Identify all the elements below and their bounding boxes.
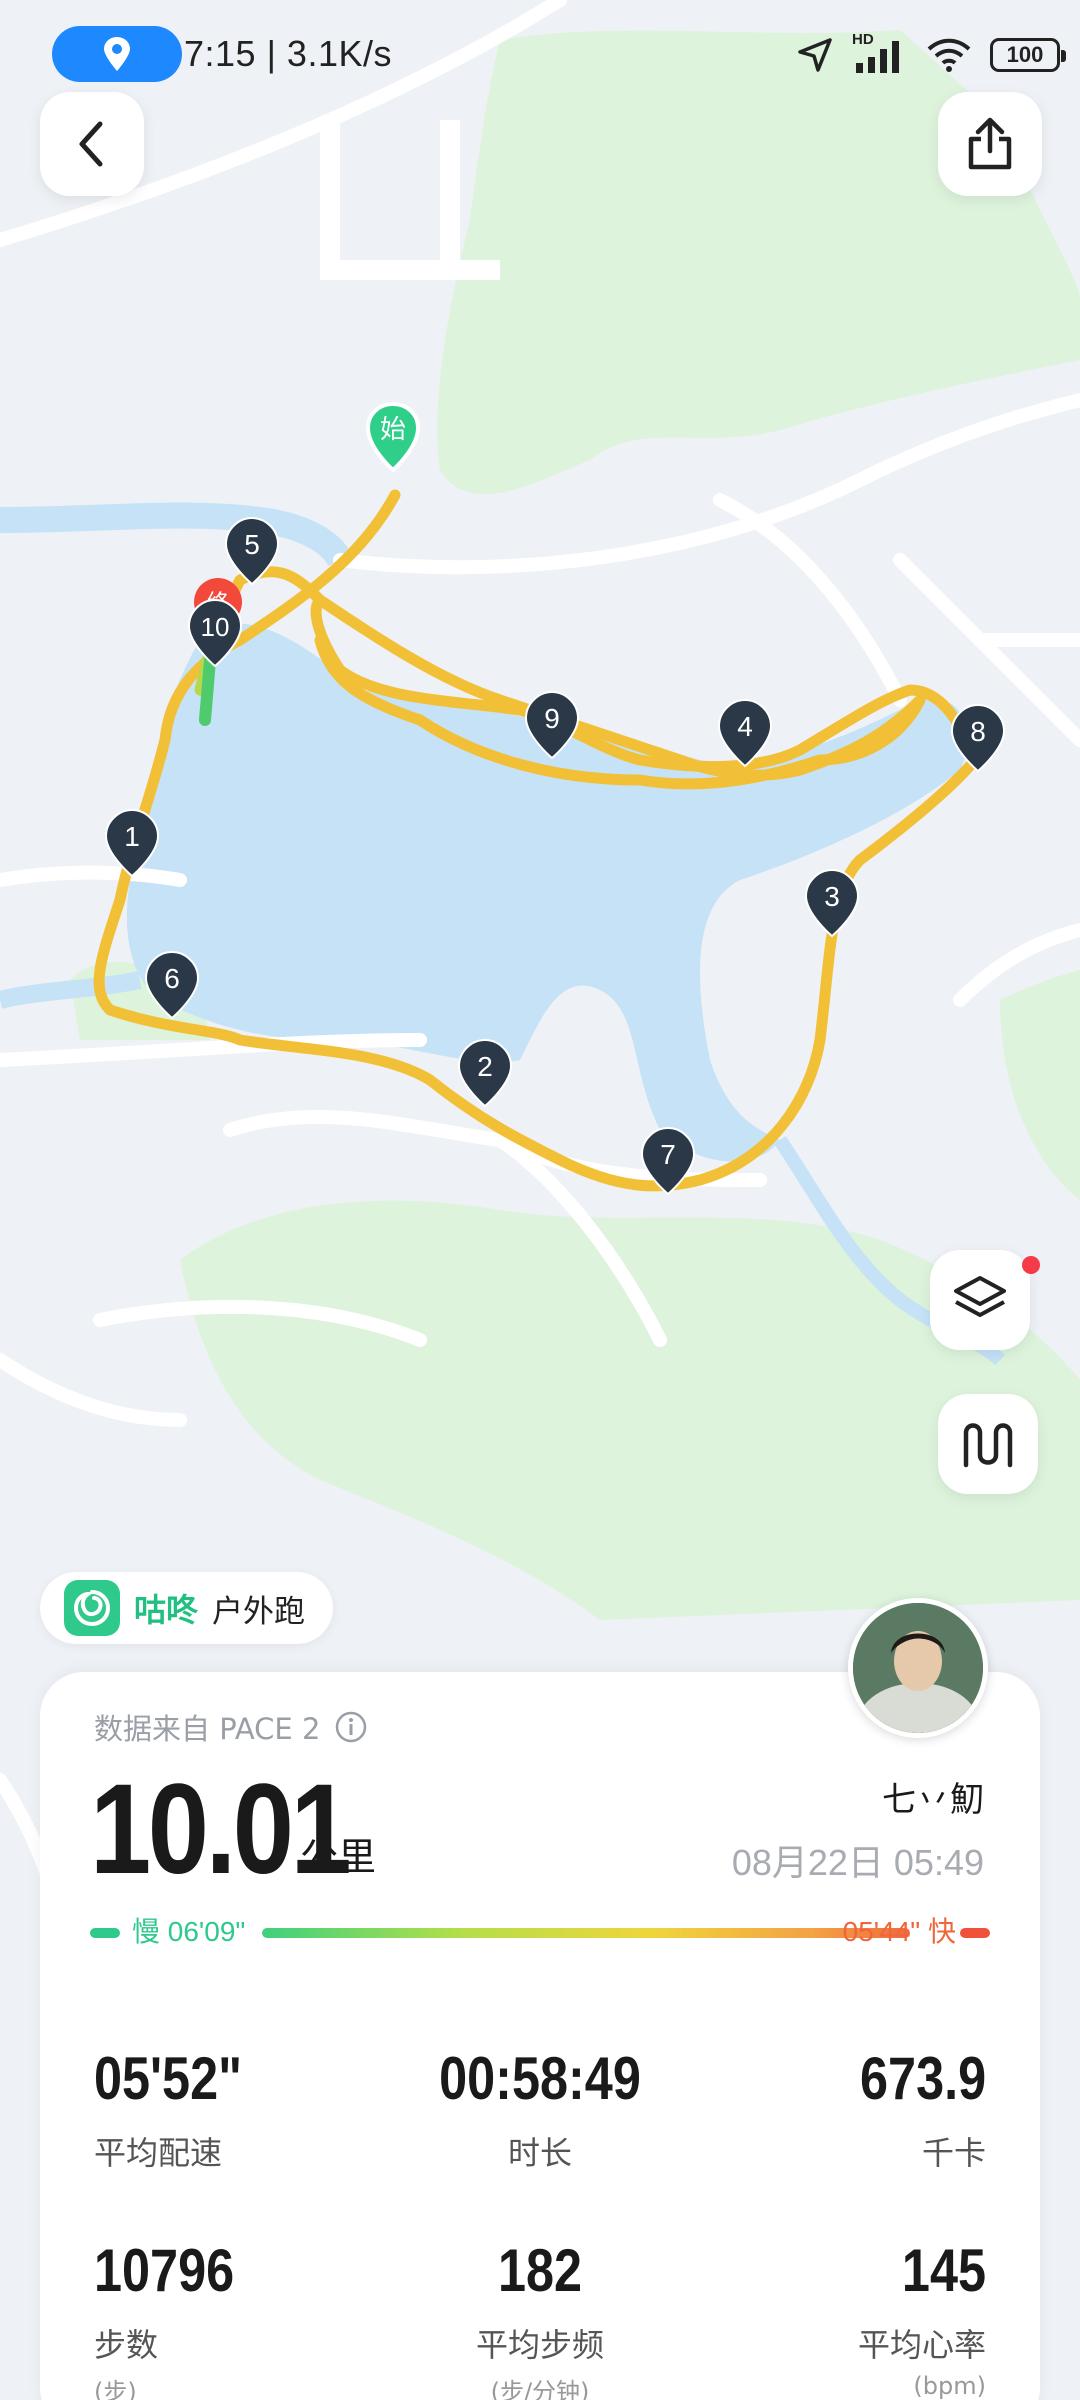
- heart-rate-label: 平均心率: [857, 2326, 986, 2364]
- km-marker-label: 1: [124, 821, 140, 852]
- duration-label: 时长: [507, 2134, 572, 2172]
- status-time-speed: 7:15 | 3.1K/s: [184, 33, 392, 74]
- codoon-logo-icon: [64, 1580, 120, 1636]
- share-button[interactable]: [938, 92, 1042, 196]
- cadence-unit: (步/分钟): [490, 2378, 590, 2400]
- route-wave-icon: [963, 1423, 1013, 1468]
- chevron-left-icon: [79, 121, 103, 167]
- app-name: 咕咚: [134, 1591, 199, 1629]
- calories-value: 673.9: [859, 2045, 986, 2112]
- km-marker-label: 10: [201, 612, 230, 642]
- km-marker-label: 3: [824, 881, 840, 912]
- stat-cadence: 182 平均步频 (步/分钟): [390, 2236, 690, 2400]
- location-indicator[interactable]: [52, 26, 182, 82]
- duration-value: 00:58:49: [439, 2045, 641, 2112]
- calories-label: 千卡: [921, 2134, 986, 2172]
- stat-calories: 673.9 千卡: [836, 2044, 986, 2174]
- slow-pace-dot: [90, 1928, 120, 1938]
- app-source-tag[interactable]: 咕咚 户外跑: [40, 1572, 334, 1644]
- km-marker-label: 9: [544, 703, 560, 734]
- heart-rate-value: 145: [901, 2237, 986, 2304]
- pace-range-bar: 慢 06'09" 05'44" 快: [90, 1912, 990, 1952]
- layers-icon: [954, 1276, 1006, 1317]
- cadence-label: 平均步频: [475, 2326, 604, 2364]
- user-name[interactable]: 七丷魛: [882, 1772, 984, 1821]
- activity-datetime: 08月22日 05:49: [731, 1842, 984, 1883]
- back-button[interactable]: [40, 92, 144, 196]
- pace-gradient: [262, 1928, 910, 1938]
- start-marker-label: 始: [380, 415, 406, 445]
- notification-dot: [1022, 1256, 1040, 1274]
- stat-duration: 00:58:49 时长: [390, 2044, 690, 2174]
- battery-icon: 100: [990, 38, 1066, 72]
- cadence-value: 182: [497, 2237, 583, 2304]
- avg-pace-label: 平均配速: [94, 2134, 223, 2172]
- heart-rate-unit: (bpm): [913, 2372, 986, 2400]
- km-marker-label: 5: [244, 529, 260, 560]
- signal-icon: HD: [852, 31, 908, 75]
- km-marker-label: 4: [737, 711, 753, 742]
- location-pin-icon: [104, 37, 130, 71]
- stat-steps: 10796 步数 (步): [94, 2236, 261, 2400]
- steps-label: 步数: [94, 2326, 159, 2364]
- fast-pace-dot: [960, 1928, 990, 1938]
- distance-unit: 公里: [300, 1835, 377, 1879]
- avg-pace-value: 05'52": [94, 2045, 243, 2112]
- km-marker-label: 6: [164, 963, 180, 994]
- km-marker-label: 8: [970, 716, 986, 747]
- stat-heart-rate: 145 平均心率 (bpm): [858, 2236, 986, 2400]
- steps-unit: (步): [94, 2378, 137, 2400]
- share-icon: [968, 117, 1012, 170]
- info-icon[interactable]: [334, 1710, 368, 1744]
- steps-value: 10796: [94, 2237, 235, 2304]
- data-source-text: 数据来自 PACE 2: [94, 1712, 321, 1746]
- activity-type: 户外跑: [212, 1593, 306, 1630]
- navigation-arrow-icon: [798, 38, 832, 72]
- stat-avg-pace: 05'52" 平均配速: [94, 2044, 270, 2174]
- wifi-icon: [927, 38, 971, 72]
- status-icons: HD 100: [796, 30, 1066, 80]
- slow-pace-label: 慢 06'09": [132, 1916, 246, 1947]
- status-bar: 7:15 | 3.1K/s HD 100: [0, 0, 1080, 100]
- avatar[interactable]: [848, 1598, 988, 1738]
- km-marker-label: 2: [477, 1051, 493, 1082]
- route-playback-button[interactable]: [938, 1394, 1038, 1494]
- km-marker-label: 7: [660, 1139, 676, 1170]
- data-source: 数据来自 PACE 2: [94, 1706, 368, 1748]
- map-layers-button[interactable]: [930, 1250, 1030, 1350]
